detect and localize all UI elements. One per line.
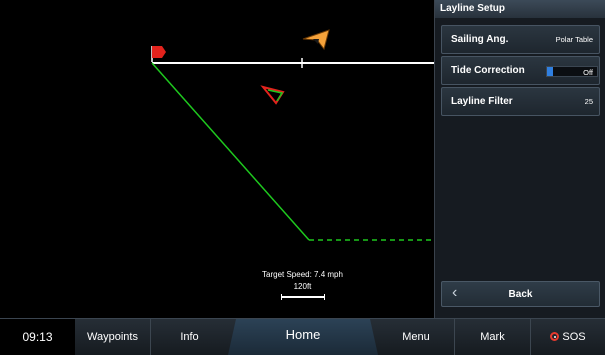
back-button[interactable]: ‹ Back xyxy=(441,281,600,307)
boat-icon[interactable] xyxy=(302,29,330,51)
layline-filter-row[interactable]: Layline Filter 25 xyxy=(441,87,600,116)
tide-correction-value: Off xyxy=(583,68,593,77)
home-button[interactable]: Home xyxy=(228,319,378,355)
scale-label: 120ft xyxy=(293,282,312,291)
menu-button[interactable]: Menu xyxy=(378,319,454,355)
info-button[interactable]: Info xyxy=(150,319,228,355)
target-speed-text: Target Speed: 7.4 mph xyxy=(262,270,343,279)
layline-filter-value: 25 xyxy=(584,97,593,106)
toggle-knob xyxy=(547,67,553,76)
panel-title: Layline Setup xyxy=(435,0,605,18)
flag-icon[interactable] xyxy=(151,46,166,62)
sailing-angle-value: Polar Table xyxy=(555,35,593,44)
sailing-angle-label: Sailing Ang. xyxy=(451,34,509,45)
tide-correction-toggle[interactable]: Off xyxy=(546,66,598,77)
mark-button[interactable]: Mark xyxy=(454,319,530,355)
bottom-bar: 09:13 Waypoints Info Home Menu Mark SOS xyxy=(0,318,605,355)
target-marker-icon xyxy=(260,85,285,105)
waypoints-button[interactable]: Waypoints xyxy=(75,319,150,355)
sos-button[interactable]: SOS xyxy=(530,319,605,355)
layline-setup-panel: Layline Setup Sailing Ang. Polar Table T… xyxy=(434,0,605,318)
layline-filter-label: Layline Filter xyxy=(451,96,513,107)
sos-icon xyxy=(550,332,560,341)
clock: 09:13 xyxy=(0,319,75,355)
sailing-angle-row[interactable]: Sailing Ang. Polar Table xyxy=(441,25,600,54)
tide-correction-row[interactable]: Tide Correction Off xyxy=(441,56,600,85)
layline xyxy=(151,62,310,241)
tide-correction-label: Tide Correction xyxy=(451,65,525,76)
back-label: Back xyxy=(508,289,533,300)
scale-bar xyxy=(280,294,325,300)
sos-label: SOS xyxy=(562,331,586,343)
target-speed-overlay: Target Speed: 7.4 mph 120ft xyxy=(240,270,365,300)
chart-canvas[interactable] xyxy=(0,0,434,318)
